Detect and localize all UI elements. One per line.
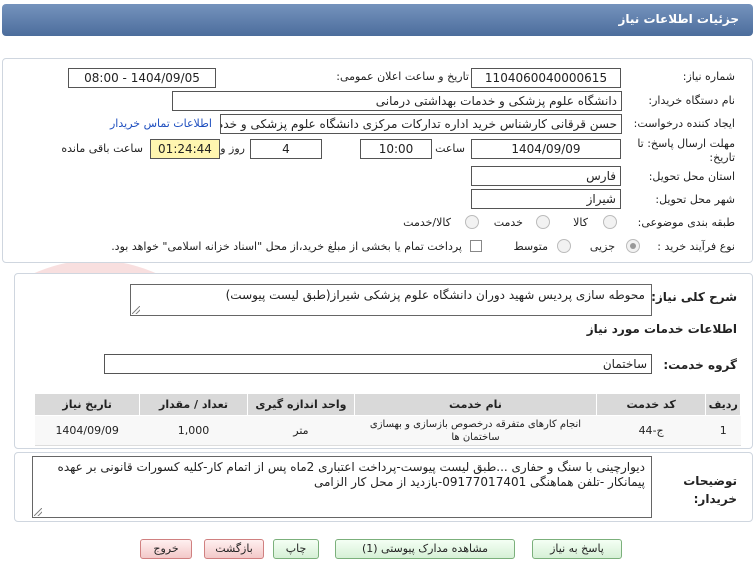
province-field: فارس: [471, 166, 621, 186]
days-remaining-field: 4: [250, 139, 322, 159]
service-group-label: گروه خدمت:: [663, 358, 737, 372]
remaining-time-label: ساعت باقی مانده: [61, 142, 143, 155]
announce-datetime-label: تاریخ و ساعت اعلان عمومی:: [336, 70, 469, 83]
category-label: طبقه بندی موضوعی:: [637, 216, 735, 229]
deadline-time-label: ساعت: [435, 142, 465, 155]
service-group-field: ساختمان: [104, 354, 652, 374]
col-code-header: کد خدمت: [595, 393, 707, 416]
summary-textarea[interactable]: محوطه سازی پردیس شهید دوران دانشگاه علوم…: [130, 284, 652, 316]
service-name-cell: انجام کارهای متفرقه درخصوص بازسازی و بهس…: [354, 415, 597, 446]
need-date-cell: 1404/09/09: [34, 415, 140, 446]
col-date-header: تاریخ نیاز: [33, 393, 141, 416]
buyer-contact-link[interactable]: اطلاعات تماس خریدار: [110, 117, 212, 130]
deadline-time-field: 10:00: [360, 139, 432, 159]
back-button[interactable]: بازگشت: [204, 539, 264, 559]
services-heading: اطلاعات خدمات مورد نیاز: [586, 322, 737, 336]
category-goods-service-label: کالا/خدمت: [403, 216, 451, 229]
buyer-notes-textarea[interactable]: دیوارچینی با سنگ و حفاری ...طبق لیست پیو…: [32, 456, 652, 518]
service-code-cell: ج-44: [596, 415, 706, 446]
treasury-payment-checkbox[interactable]: [470, 240, 482, 252]
print-button[interactable]: چاپ: [273, 539, 319, 559]
creator-field: حسن قرقانی کارشناس خرید اداره تدارکات مر…: [220, 114, 622, 134]
summary-label: شرح کلی نیاز:: [651, 290, 737, 304]
creator-label: ایجاد کننده درخواست:: [633, 117, 735, 130]
deadline-date-field: 1404/09/09: [471, 139, 621, 159]
remaining-time-field: 01:24:44: [150, 139, 220, 159]
unit-cell: متر: [247, 415, 355, 446]
quantity-cell: 1,000: [139, 415, 248, 446]
process-medium-radio[interactable]: [557, 239, 571, 253]
buyer-org-field: دانشگاه علوم پزشکی و خدمات بهداشتی درمان…: [172, 91, 622, 111]
col-unit-header: واحد اندازه گیری: [246, 393, 356, 416]
category-goods-radio[interactable]: [603, 215, 617, 229]
days-label: روز و: [220, 142, 245, 155]
category-service-label: خدمت: [493, 216, 523, 229]
buyer-notes-label: توضیحات خریدار:: [683, 474, 737, 506]
process-type-label: نوع فرآیند خرید :: [657, 240, 735, 253]
services-table: ردیف کد خدمت نام خدمت واحد اندازه گیری ت…: [33, 393, 741, 446]
category-goods-label: کالا: [573, 216, 588, 229]
summary-resize-grip[interactable]: [132, 306, 140, 314]
category-goods-service-radio[interactable]: [465, 215, 479, 229]
process-medium-label: متوسط: [513, 240, 548, 253]
exit-button[interactable]: خروج: [140, 539, 192, 559]
deadline-label: مهلت ارسال پاسخ: تا تاریخ:: [637, 137, 735, 164]
city-field: شیراز: [471, 189, 621, 209]
process-minor-label: جزیی: [589, 240, 615, 253]
table-header-row: ردیف کد خدمت نام خدمت واحد اندازه گیری ت…: [33, 393, 741, 416]
page-header: جزئیات اطلاعات نیاز: [2, 4, 753, 36]
city-label: شهر محل تحویل:: [655, 193, 735, 206]
col-qty-header: تعداد / مقدار: [139, 393, 248, 416]
table-row: 1 ج-44 انجام کارهای متفرقه درخصوص بازساز…: [34, 415, 741, 446]
announce-datetime-field: 1404/09/05 - 08:00: [68, 68, 216, 88]
need-number-field: 1104060040000615: [471, 68, 621, 88]
page-title: جزئیات اطلاعات نیاز: [618, 12, 739, 26]
need-number-label: شماره نیاز:: [682, 70, 735, 83]
buyer-org-label: نام دستگاه خریدار:: [648, 94, 735, 107]
col-name-header: نام خدمت: [354, 393, 597, 416]
row-number-cell: 1: [705, 415, 741, 446]
treasury-payment-note: پرداخت تمام یا بخشی از مبلغ خرید،از محل …: [111, 240, 462, 253]
view-attachments-button[interactable]: مشاهده مدارک پیوستی (1): [335, 539, 515, 559]
reply-to-need-button[interactable]: پاسخ به نیاز: [532, 539, 622, 559]
province-label: استان محل تحویل:: [648, 170, 735, 183]
col-row-header: ردیف: [705, 393, 741, 416]
buyer-notes-resize-grip[interactable]: [34, 508, 42, 516]
process-minor-radio[interactable]: [626, 239, 640, 253]
category-service-radio[interactable]: [536, 215, 550, 229]
